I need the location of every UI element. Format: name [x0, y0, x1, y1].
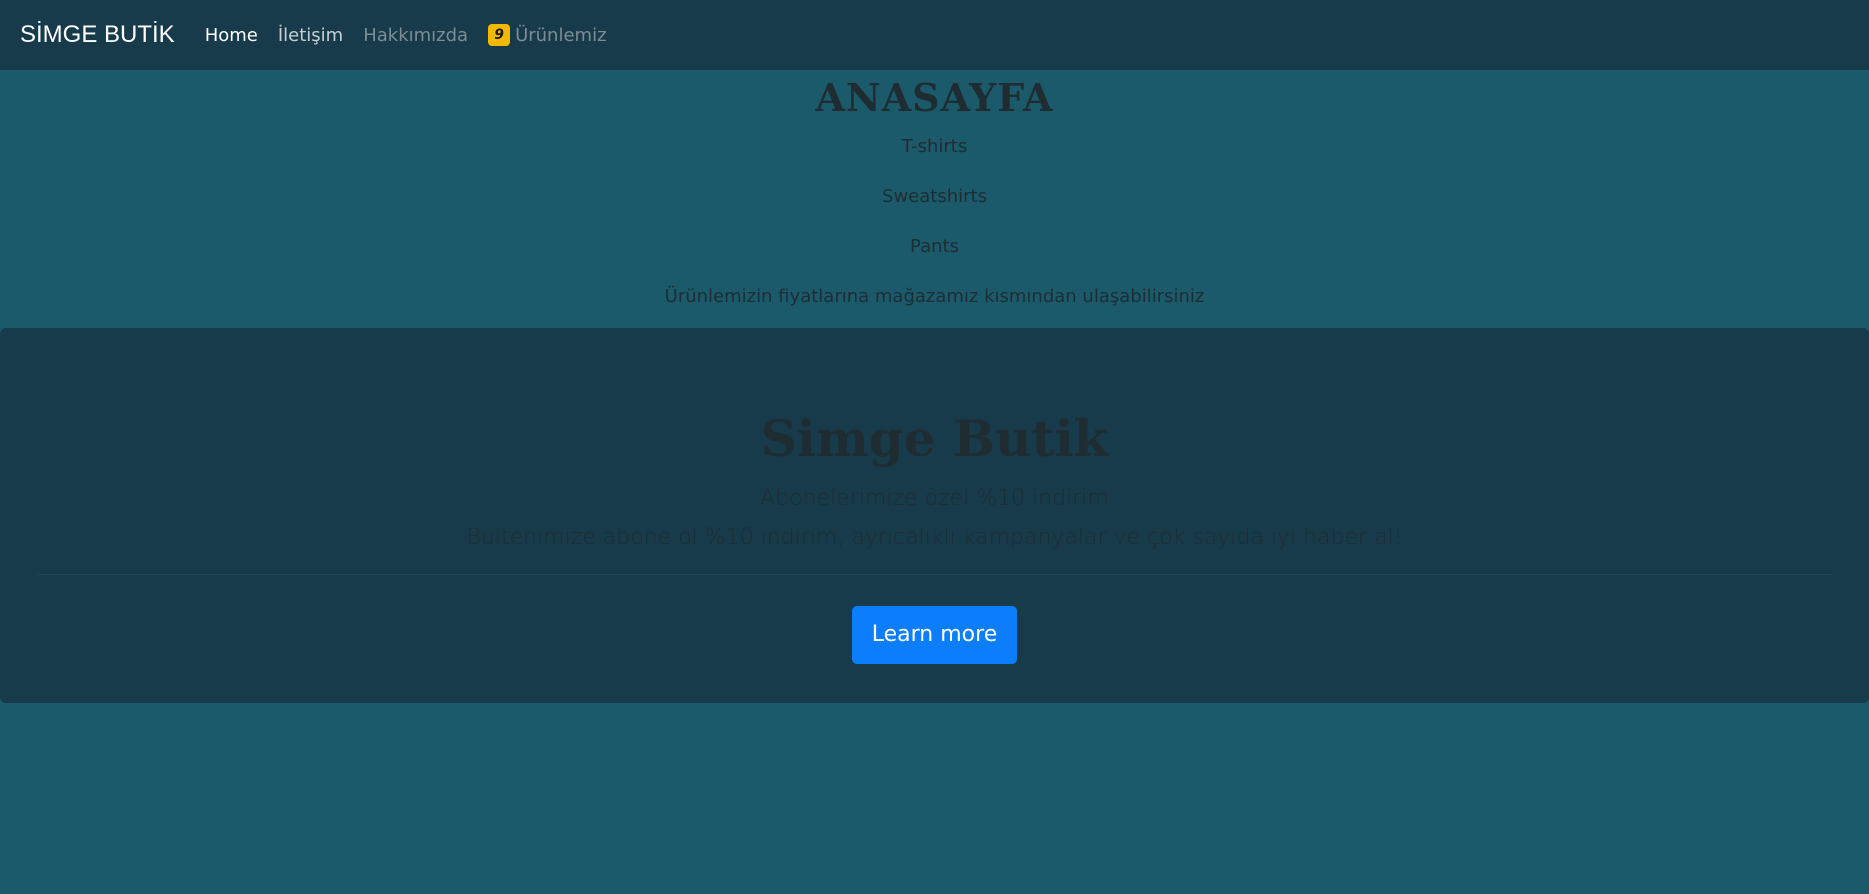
- nav-links: Home İletişim Hakkımızda 9 Ürünlemiz: [205, 24, 627, 46]
- nav-home-link[interactable]: Home: [205, 25, 258, 46]
- home-section: ANASAYFA T-shirts Sweatshirts Pants Ürün…: [0, 70, 1869, 322]
- nav-products-label: Ürünlemiz: [515, 24, 607, 46]
- list-item-pants: Pants: [910, 236, 959, 257]
- list-item-sweatshirts: Sweatshirts: [882, 186, 987, 207]
- divider: [37, 574, 1832, 575]
- navbar: SİMGE BUTİK Home İletişim Hakkımızda 9 Ü…: [0, 0, 1869, 70]
- jumbotron-title: Simge Butik: [760, 409, 1109, 468]
- nav-products-link[interactable]: 9 Ürünlemiz: [488, 24, 607, 46]
- jumbotron: Simge Butik Abonelerimize özel %10 indir…: [0, 328, 1869, 703]
- nav-contact-link[interactable]: İletişim: [278, 25, 343, 46]
- products-count-badge: 9: [488, 24, 511, 46]
- brand-link[interactable]: SİMGE BUTİK: [20, 21, 175, 49]
- list-item-tshirts: T-shirts: [901, 136, 968, 157]
- home-list: T-shirts Sweatshirts Pants Ürünlemizin f…: [0, 122, 1869, 322]
- home-title: ANASAYFA: [815, 75, 1054, 120]
- learn-more-button[interactable]: Learn more: [851, 606, 1018, 664]
- nav-about-link[interactable]: Hakkımızda: [363, 25, 468, 46]
- jumbotron-lead: Abonelerimize özel %10 indirim: [760, 486, 1109, 511]
- prices-info-text: Ürünlemizin fiyatlarına mağazamız kısmın…: [664, 286, 1205, 307]
- jumbotron-subscribe-text: Bültenimize abone ol %10 indirim, ayrıca…: [466, 525, 1403, 550]
